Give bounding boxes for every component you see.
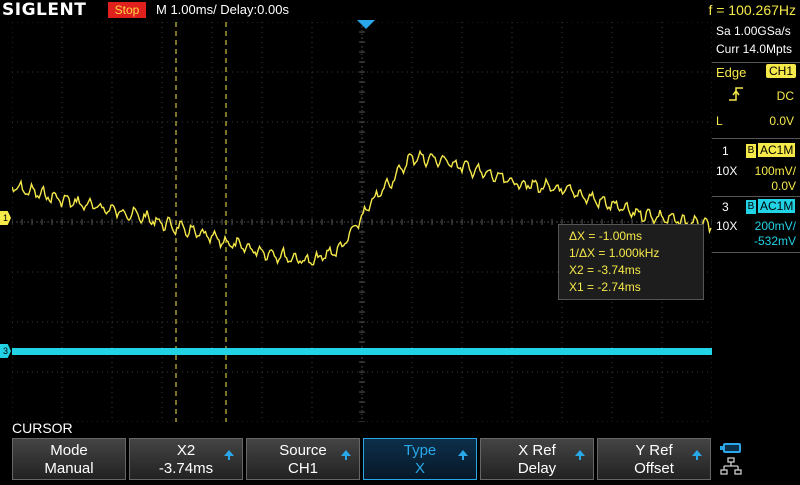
x2-value: -3.74ms — [158, 460, 214, 477]
menu-title: CURSOR — [12, 420, 73, 436]
run-stop-indicator[interactable]: Stop — [108, 2, 146, 18]
adjust-arrow-icon — [575, 450, 585, 460]
mode-softkey[interactable]: Mode Manual — [12, 438, 126, 480]
cursor-x1: X1 = -2.74ms — [569, 280, 641, 294]
ch1-bw-limit-badge: B — [746, 144, 756, 158]
mode-label: Mode — [50, 442, 88, 459]
ch1-offset: 0.0V — [771, 179, 796, 193]
network-icon — [720, 457, 742, 475]
source-softkey[interactable]: Source CH1 — [246, 438, 360, 480]
graticule — [12, 22, 712, 422]
adjust-arrow-icon — [224, 450, 234, 460]
cursor-delta-x: ΔX = -1.00ms — [569, 229, 643, 243]
cursor-x2: X2 = -3.74ms — [569, 263, 641, 277]
status-icons — [716, 440, 800, 480]
type-softkey[interactable]: Type X — [363, 438, 477, 480]
trigger-level-value: 0.0V — [769, 114, 794, 128]
mode-value: Manual — [44, 460, 94, 477]
cursor-inverse-delta-x: 1/ΔX = 1.000kHz — [569, 246, 660, 260]
source-value: CH1 — [287, 460, 318, 477]
ch1-coupling[interactable]: AC1M — [758, 143, 796, 157]
top-status-bar: SIGLENT Stop M 1.00ms/ Delay:0.00s f = 1… — [0, 0, 800, 20]
memory-depth: Curr 14.0Mpts — [716, 42, 793, 56]
ch1-probe: 10X — [716, 164, 738, 178]
trigger-type: Edge — [716, 65, 747, 80]
trigger-position-marker[interactable] — [357, 20, 375, 29]
trigger-source[interactable]: CH1 — [765, 64, 796, 78]
y-ref-value: Offset — [634, 460, 674, 477]
adjust-arrow-icon — [341, 450, 351, 460]
right-info-panel: Sa 1.00GSa/s Curr 14.0Mpts Edge CH1 DC L… — [712, 20, 800, 420]
battery-icon — [720, 443, 741, 453]
ch1-offset-marker[interactable]: 1 — [0, 211, 11, 225]
ch3-number: 3 — [722, 200, 729, 214]
panel-divider — [712, 62, 800, 63]
frequency-counter: f = 100.267Hz — [708, 2, 796, 18]
panel-divider — [712, 138, 800, 139]
trigger-coupling: DC — [776, 89, 794, 103]
x-ref-softkey[interactable]: X Ref Delay — [480, 438, 594, 480]
timebase-readout: M 1.00ms/ Delay:0.00s — [156, 2, 289, 17]
ch1-scale: 100mV/ — [754, 164, 796, 178]
waveform-display[interactable]: 1 3 — [0, 20, 712, 422]
sample-rate: Sa 1.00GSa/s — [716, 24, 791, 38]
panel-divider — [712, 196, 800, 197]
ch3-probe: 10X — [716, 219, 738, 233]
brand-logo: SIGLENT — [2, 0, 87, 20]
ch3-coupling[interactable]: AC1M — [758, 199, 796, 213]
ch3-offset-marker[interactable]: 3 — [0, 344, 11, 358]
trigger-level-label: L — [716, 114, 723, 128]
x2-softkey[interactable]: X2 -3.74ms — [129, 438, 243, 480]
adjust-arrow-icon — [458, 450, 468, 460]
y-ref-softkey[interactable]: Y Ref Offset — [597, 438, 711, 480]
x-ref-value: Delay — [517, 460, 557, 477]
rising-edge-icon — [728, 86, 744, 105]
adjust-arrow-icon — [692, 450, 702, 460]
ch3-offset: -532mV — [753, 234, 796, 248]
cursor-readout-box: ΔX = -1.00ms 1/ΔX = 1.000kHz X2 = -3.74m… — [558, 224, 704, 300]
panel-divider — [712, 252, 800, 253]
ch3-scale: 200mV/ — [754, 219, 796, 233]
type-value: X — [414, 460, 425, 477]
ch3-bw-limit-badge: B — [746, 200, 756, 214]
ch1-number: 1 — [722, 144, 729, 158]
ch3-trace — [12, 348, 712, 355]
